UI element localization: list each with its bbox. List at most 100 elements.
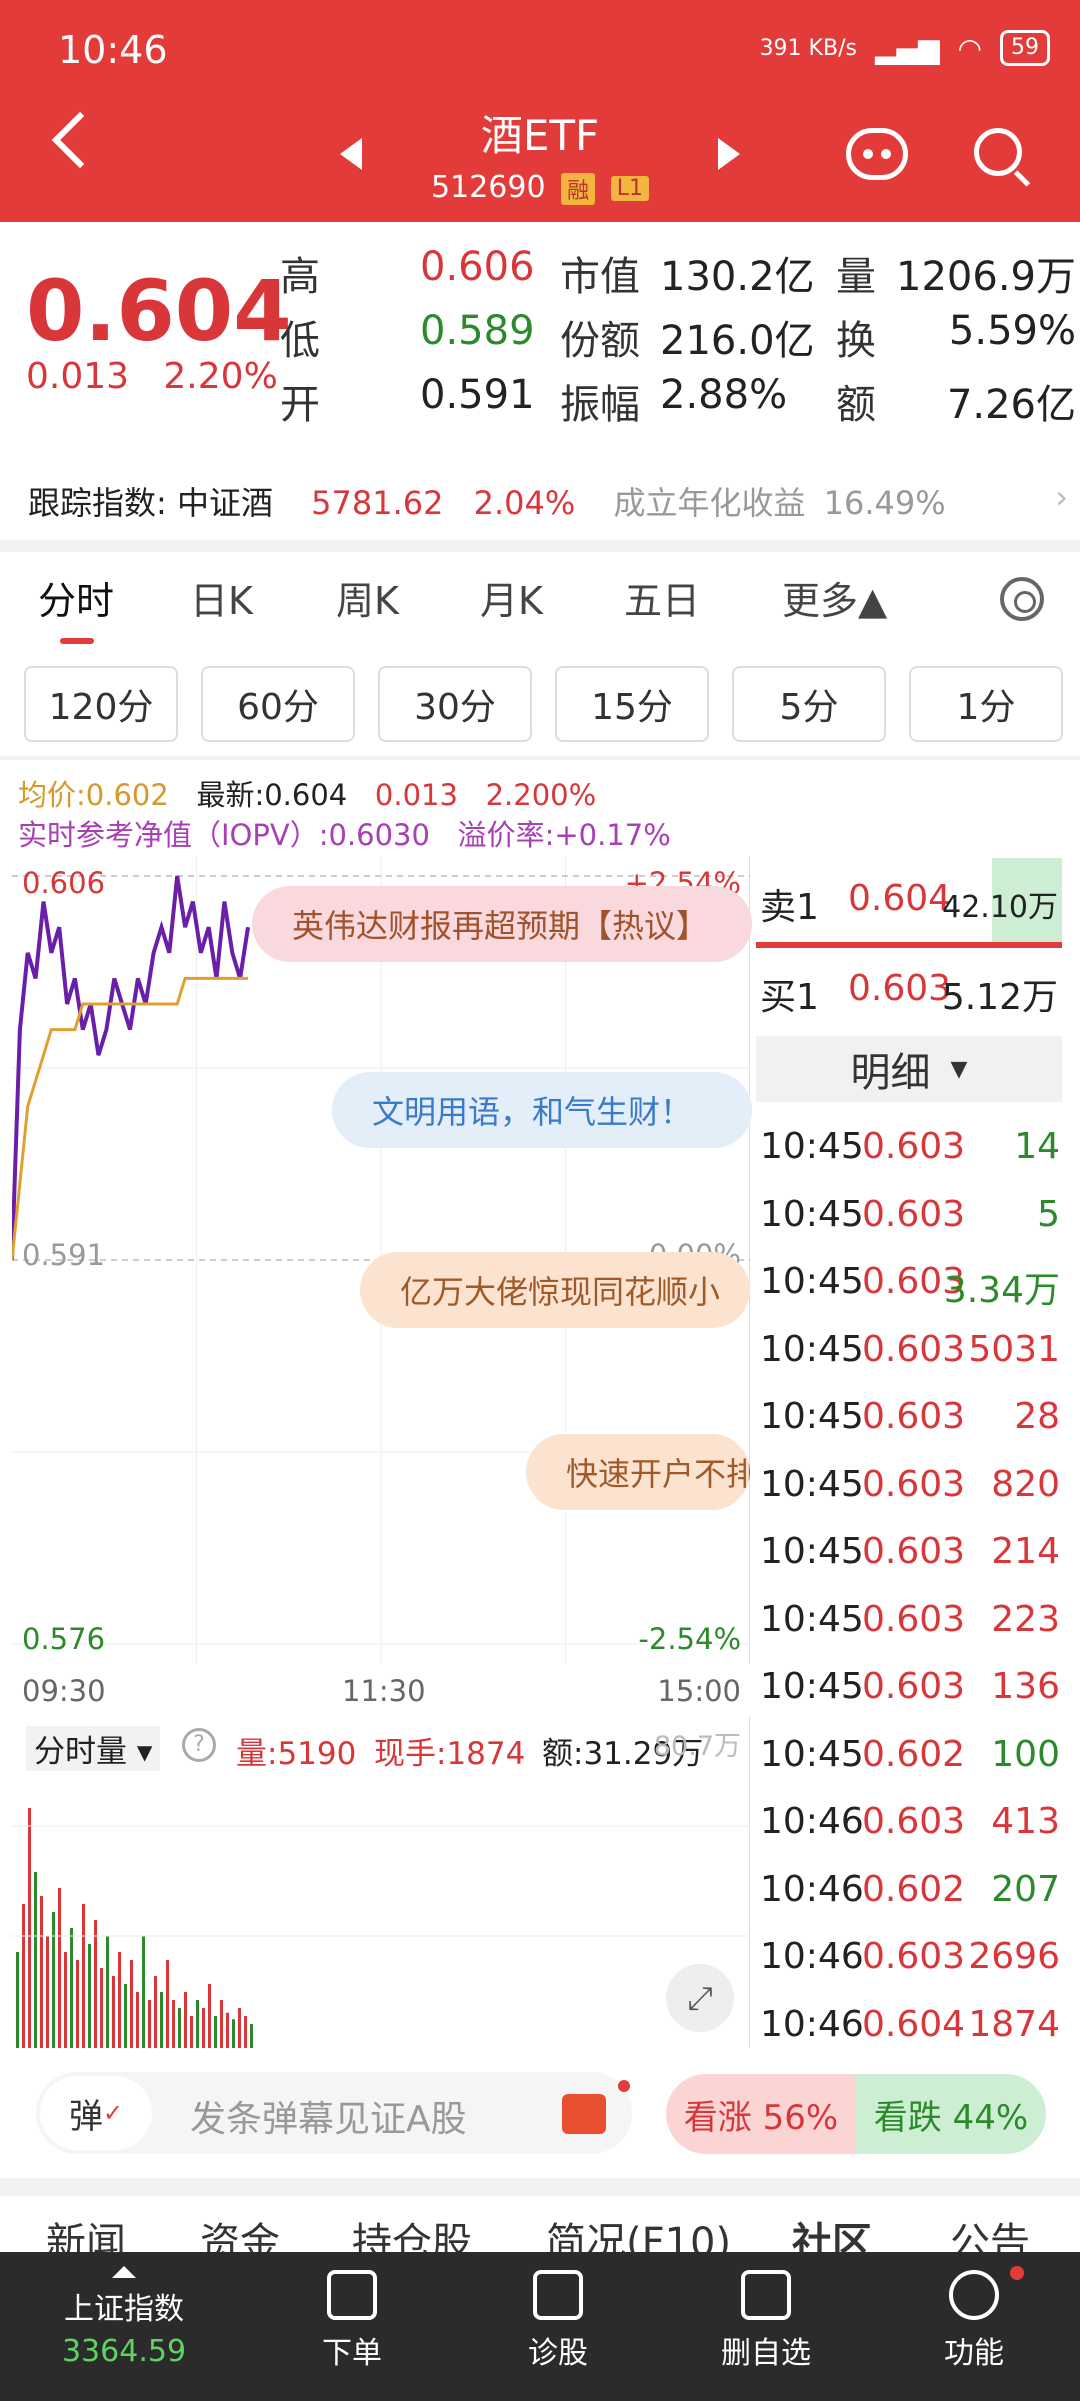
period-1[interactable]: 1分 <box>909 666 1063 742</box>
chart-change: 0.013 <box>374 778 458 812</box>
status-time: 10:46 <box>58 28 168 72</box>
barrage-badge[interactable]: 弹 ✓ <box>40 2076 152 2150</box>
x-tick-mid: 11:30 <box>342 1674 426 1708</box>
gift-icon[interactable] <box>562 2094 606 2134</box>
period-60[interactable]: 60分 <box>201 666 355 742</box>
trade-row: 10:45 0.603 3.34万 <box>760 1261 1060 1311</box>
x-tick-close: 15:00 <box>657 1674 741 1708</box>
volume-bar <box>232 2019 235 2048</box>
trade-price: 0.603 <box>862 1193 966 1235</box>
tab-five-day[interactable]: 五日 <box>624 570 700 625</box>
danmu-message[interactable]: 英伟达财报再超预期【热议】 <box>252 886 752 962</box>
remove-icon <box>741 2270 791 2320</box>
quote-v1-1: 0.589 <box>420 308 535 354</box>
tab-intraday[interactable]: 分时 <box>38 570 114 625</box>
tab-weekly-k[interactable]: 周K <box>336 570 399 625</box>
period-30[interactable]: 30分 <box>378 666 532 742</box>
trade-detail-header[interactable]: 明细 ▼ <box>756 1036 1062 1102</box>
nav-functions[interactable]: 功能 <box>874 2252 1074 2401</box>
volume-bar <box>154 1976 157 2048</box>
tab-monthly-k[interactable]: 月K <box>480 570 543 625</box>
trade-time: 10:45 <box>760 1733 864 1775</box>
subtab-funds[interactable]: 资金 <box>200 2210 280 2252</box>
volume-bar <box>244 2016 247 2048</box>
change-percent: 2.20% <box>163 356 278 397</box>
volume-bar <box>148 2000 151 2048</box>
trade-volume: 207 <box>991 1868 1060 1910</box>
volume-bar <box>190 2016 193 2048</box>
quote-v3-1: 5.59% <box>948 308 1076 354</box>
volume-bar <box>214 2016 217 2048</box>
quote-l2-2: 振幅 <box>560 382 640 428</box>
level-tag: L1 <box>610 176 649 201</box>
vote-bearish-button[interactable]: 看跌 44% <box>856 2074 1046 2154</box>
volume-bar <box>76 1960 79 2048</box>
volume-indicator-select[interactable]: 分时量 ▾ <box>26 1726 161 1771</box>
subtab-f10[interactable]: 简况(F10) <box>546 2210 731 2252</box>
trade-volume: 28 <box>1014 1396 1060 1437</box>
trade-price: 0.603 <box>862 1666 966 1707</box>
danmu-message[interactable]: 文明用语，和气生财！ <box>332 1072 752 1148</box>
volume-bar <box>28 1808 31 2048</box>
nav-order[interactable]: 下单 <box>252 2252 452 2401</box>
intraday-chart[interactable]: 0.606 0.591 0.576 +2.54% 0.00% -2.54% 英伟… <box>12 856 752 1708</box>
quote-l1-0: 高 <box>280 254 320 300</box>
trade-price: 0.603 <box>862 1801 966 1842</box>
next-stock-icon[interactable] <box>718 138 740 170</box>
buy-volume: 5.12万 <box>941 977 1058 1018</box>
y-tick-high: 0.606 <box>22 866 106 900</box>
fullscreen-icon[interactable]: ⤢ <box>666 1964 734 2032</box>
trade-row: 10:46 0.603 413 <box>760 1801 1060 1851</box>
trade-row: 10:45 0.603 136 <box>760 1666 1060 1716</box>
volume-bar <box>160 1992 163 2048</box>
trade-time: 10:46 <box>760 1936 864 1977</box>
order-icon <box>327 2270 377 2320</box>
subtab-news[interactable]: 新闻 <box>46 2210 126 2252</box>
volume-chart[interactable]: 分时量 ▾ ? 量:5190 现手:1874 额:31.29万 80.7万 ⤢ <box>12 1716 750 2048</box>
period-15[interactable]: 15分 <box>555 666 709 742</box>
subtab-holdings[interactable]: 持仓股 <box>352 2210 472 2252</box>
barrage-check-icon: ✓ <box>102 2099 124 2127</box>
settings-icon[interactable] <box>1000 577 1044 621</box>
buy-1-row[interactable]: 买1 0.603 5.12万 <box>756 958 1062 1028</box>
robot-assistant-icon[interactable] <box>846 128 908 180</box>
nav-diagnose[interactable]: 诊股 <box>458 2252 658 2401</box>
nav-remove-label: 删自选 <box>721 2336 811 2371</box>
tab-daily-k[interactable]: 日K <box>190 570 253 625</box>
last-price: 0.604 <box>26 262 292 360</box>
nav-diagnose-label: 诊股 <box>528 2336 588 2371</box>
nav-index[interactable]: 上证指数 3364.59 <box>24 2252 224 2401</box>
trade-row: 10:45 0.603 820 <box>760 1464 1060 1514</box>
danmu-message[interactable]: 快速开户不排 <box>526 1434 750 1510</box>
tracking-index[interactable]: 跟踪指数: 中证酒 5781.62 2.04% 成立年化收益 16.49% › <box>28 478 1068 524</box>
battery-icon: 59 <box>1000 30 1050 66</box>
volume-bar <box>172 2000 175 2048</box>
subtab-community[interactable]: 社区 <box>792 2210 872 2252</box>
danmu-message[interactable]: 亿万大佬惊现同花顺小 <box>360 1252 750 1328</box>
period-5[interactable]: 5分 <box>732 666 886 742</box>
trade-price: 0.603 <box>862 1396 966 1437</box>
volume-bar <box>184 1992 187 2048</box>
page-title: 酒ETF <box>480 111 600 160</box>
tab-more[interactable]: 更多▲ <box>782 570 887 625</box>
trade-price: 0.603 <box>862 1531 966 1572</box>
trade-volume: 5031 <box>968 1328 1060 1370</box>
sell-1-row[interactable]: 卖1 0.604 42.10万 <box>756 858 1062 948</box>
nav-remove-watchlist[interactable]: 删自选 <box>666 2252 866 2401</box>
x-tick-open: 09:30 <box>22 1674 106 1708</box>
period-120[interactable]: 120分 <box>24 666 178 742</box>
quote-v2-1: 216.0亿 <box>660 318 815 364</box>
trade-price: 0.603 <box>862 1936 966 1977</box>
chart-info-line: 均价:0.602 最新:0.604 0.013 2.200% <box>18 772 596 814</box>
search-icon[interactable] <box>974 128 1022 176</box>
volume-axis-max: 80.7万 <box>653 1731 741 1762</box>
trade-time: 10:45 <box>760 1328 864 1370</box>
diagnose-icon <box>533 2270 583 2320</box>
volume-bar <box>202 2008 205 2048</box>
vote-bullish-button[interactable]: 看涨 56% <box>666 2074 856 2154</box>
volume-bar <box>106 1936 109 2048</box>
tracking-value: 5781.62 <box>311 484 444 522</box>
help-icon[interactable]: ? <box>182 1728 216 1762</box>
subtab-notice[interactable]: 公告 <box>950 2210 1030 2252</box>
trade-time: 10:45 <box>760 1261 864 1302</box>
